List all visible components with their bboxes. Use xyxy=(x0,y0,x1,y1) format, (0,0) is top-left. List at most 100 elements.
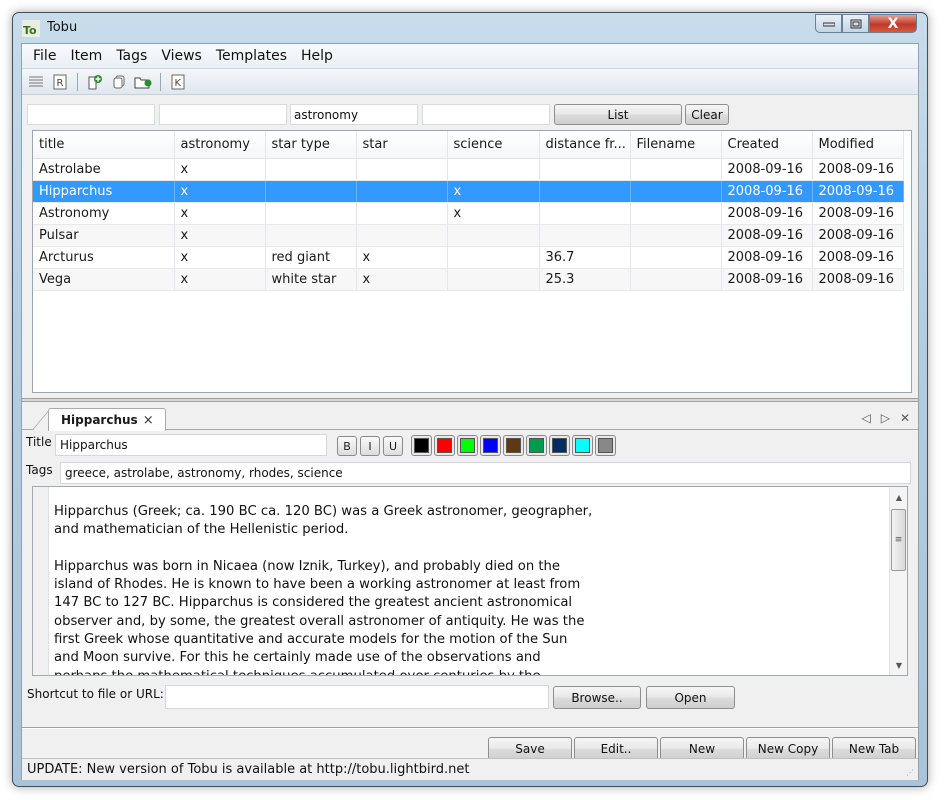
table-cell: Arcturus xyxy=(33,246,175,269)
body-scrollbar[interactable]: ▲ ≡ ▼ xyxy=(889,487,907,675)
column-header[interactable]: Modified xyxy=(812,131,904,159)
table-cell xyxy=(630,224,722,247)
table-row[interactable]: Astronomy x x 2008-09-16 2008-09-16 xyxy=(33,202,904,225)
table-cell xyxy=(356,180,448,203)
color-swatch-fill xyxy=(506,438,521,453)
menu-views[interactable]: Views xyxy=(154,44,209,69)
clear-button[interactable]: Clear xyxy=(685,104,729,125)
table-cell: x xyxy=(447,202,540,225)
table-cell: x xyxy=(174,246,266,269)
color-swatch-button[interactable] xyxy=(457,435,478,456)
table-cell xyxy=(447,224,540,247)
underline-button[interactable]: U xyxy=(383,436,403,456)
color-swatch-button[interactable] xyxy=(480,435,501,456)
column-header[interactable]: title xyxy=(33,131,175,159)
note-body-editor[interactable]: Hipparchus (Greek; ca. 190 BC ca. 120 BC… xyxy=(32,486,908,676)
table-cell: x xyxy=(356,246,448,269)
table-cell xyxy=(265,202,357,225)
note-body-text[interactable]: Hipparchus (Greek; ca. 190 BC ca. 120 BC… xyxy=(54,503,594,675)
table-cell xyxy=(630,180,722,203)
color-swatch-button[interactable] xyxy=(572,435,593,456)
table-row[interactable]: Vega x white star x 25.3 2008-09-16 2008-09-16 xyxy=(33,268,904,291)
menu-templates[interactable]: Templates xyxy=(209,44,294,69)
color-swatch-button[interactable] xyxy=(503,435,524,456)
table-row[interactable]: Hipparchus x x 2008-09-16 2008-09-16 xyxy=(33,180,904,203)
document-r-icon[interactable]: R xyxy=(50,72,70,92)
table-cell: 2008-09-16 xyxy=(812,180,904,203)
title-input[interactable] xyxy=(55,434,327,456)
table-cell xyxy=(265,224,357,247)
color-swatch-button[interactable] xyxy=(595,435,616,456)
menu-bar: File Item Tags Views Templates Help xyxy=(22,44,918,69)
table-cell: Vega xyxy=(33,268,175,291)
maximize-icon xyxy=(850,19,861,28)
table-cell: Astronomy xyxy=(33,202,175,225)
status-bar: UPDATE: New version of Tobu is available… xyxy=(22,758,918,780)
color-swatch-button[interactable] xyxy=(549,435,570,456)
open-button[interactable]: Open xyxy=(646,686,735,709)
tab-close-icon[interactable]: × xyxy=(143,413,154,428)
pane-splitter[interactable] xyxy=(22,398,918,402)
tab-prev-icon[interactable]: ◁ xyxy=(861,411,870,425)
tab-label: Hipparchus xyxy=(61,413,138,427)
column-header[interactable]: star xyxy=(356,131,448,159)
tab-hipparchus[interactable]: Hipparchus × xyxy=(48,408,166,431)
scroll-down-icon[interactable]: ▼ xyxy=(890,657,907,673)
title-bar: To Tobu X xyxy=(13,13,927,43)
table-cell: x xyxy=(174,202,266,225)
maximize-button[interactable] xyxy=(842,14,869,33)
copy-icon[interactable] xyxy=(109,72,129,92)
column-header[interactable]: science xyxy=(447,131,540,159)
menu-file[interactable]: File xyxy=(26,44,63,69)
table-row[interactable]: Pulsar x 2008-09-16 2008-09-16 xyxy=(33,224,904,247)
filter-input-4[interactable] xyxy=(422,104,550,125)
list-view-icon[interactable] xyxy=(26,72,46,92)
table-cell xyxy=(630,268,722,291)
list-button[interactable]: List xyxy=(554,104,682,125)
column-header[interactable]: astronomy xyxy=(174,131,266,159)
table-row[interactable]: Arcturus x red giant x 36.7 2008-09-16 2008-09… xyxy=(33,246,904,269)
tab-next-icon[interactable]: ▷ xyxy=(881,411,890,425)
scroll-thumb[interactable]: ≡ xyxy=(891,509,906,571)
menu-help[interactable]: Help xyxy=(294,44,340,69)
color-swatch-button[interactable] xyxy=(526,435,547,456)
browse-button[interactable]: Browse.. xyxy=(553,686,641,709)
toolbar: R K xyxy=(22,69,918,95)
table-row[interactable]: Astrolabe x 2008-09-16 2008-09-16 xyxy=(33,158,904,181)
tobu-app-icon: To xyxy=(22,20,40,37)
column-header[interactable]: star type xyxy=(265,131,357,159)
color-swatch-fill xyxy=(460,438,475,453)
color-swatch-button[interactable] xyxy=(434,435,455,456)
column-header[interactable]: Filename xyxy=(630,131,722,159)
new-item-icon[interactable] xyxy=(85,72,105,92)
shortcut-input[interactable] xyxy=(165,685,549,709)
column-header[interactable]: Created xyxy=(721,131,813,159)
filter-input-3[interactable] xyxy=(290,104,418,125)
resize-grip-icon[interactable]: ⋰ xyxy=(906,768,916,778)
document-k-icon[interactable]: K xyxy=(168,72,188,92)
bold-button[interactable]: B xyxy=(337,436,357,456)
minimize-button[interactable] xyxy=(815,14,842,33)
italic-button[interactable]: I xyxy=(360,436,380,456)
filter-input-2[interactable] xyxy=(159,104,287,125)
color-swatch-button[interactable] xyxy=(411,435,432,456)
tab-close-all-icon[interactable]: ✕ xyxy=(900,411,910,425)
body-paragraph: Hipparchus was born in Nicaea (now Iznik… xyxy=(54,558,585,675)
table-cell: x xyxy=(174,268,266,291)
table-cell xyxy=(265,180,357,203)
close-button[interactable]: X xyxy=(869,14,917,33)
table-cell xyxy=(356,158,448,181)
table-cell: 2008-09-16 xyxy=(721,202,813,225)
table-cell xyxy=(630,246,722,269)
table-cell: 2008-09-16 xyxy=(812,224,904,247)
table-cell: white star xyxy=(265,268,357,291)
svg-text:R: R xyxy=(57,78,64,89)
menu-item[interactable]: Item xyxy=(63,44,109,69)
open-folder-icon[interactable] xyxy=(133,72,153,92)
menu-tags[interactable]: Tags xyxy=(109,44,154,69)
filter-input-1[interactable] xyxy=(27,104,155,125)
scroll-up-icon[interactable]: ▲ xyxy=(890,489,907,505)
column-header[interactable]: distance fr... xyxy=(539,131,631,159)
tags-input[interactable] xyxy=(60,462,911,484)
table-cell: x xyxy=(356,268,448,291)
